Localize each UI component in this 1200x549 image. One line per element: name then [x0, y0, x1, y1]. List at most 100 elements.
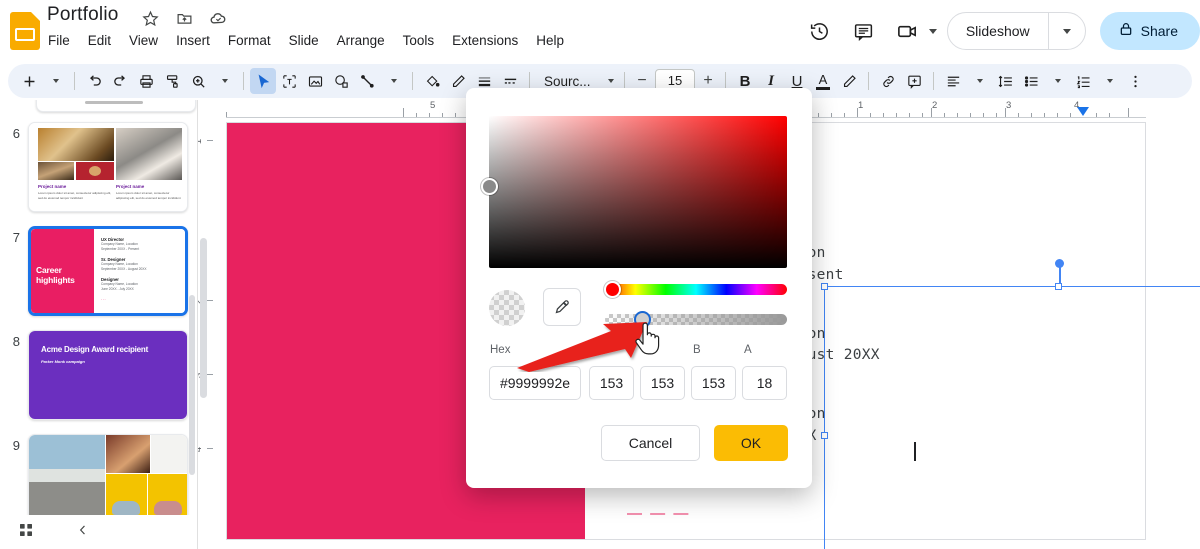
hruler-label-5: 5 [430, 100, 436, 111]
filmstrip-row-9[interactable]: 9 [0, 434, 197, 524]
more-options-icon[interactable] [1122, 68, 1148, 94]
filmstrip-row-8[interactable]: 8 Acme Design Award recipient Parker Mon… [0, 330, 197, 420]
document-title[interactable]: Portfolio [47, 4, 119, 26]
select-cursor-icon[interactable] [250, 68, 276, 94]
slide-dashes: — — — [627, 505, 691, 522]
collapse-chevron-icon[interactable] [76, 523, 90, 541]
menu-extensions[interactable]: Extensions [451, 31, 519, 50]
thumb8-subheading: Parker Monk campaign [41, 359, 85, 364]
hruler-label-2: 2 [932, 100, 938, 111]
undo-icon[interactable] [81, 68, 107, 94]
text-color-button[interactable]: A [810, 68, 836, 94]
fill-color-icon[interactable] [419, 68, 445, 94]
menu-file[interactable]: File [47, 31, 71, 50]
thumb6-image-a [38, 128, 114, 161]
align-dropdown-caret[interactable] [966, 68, 992, 94]
add-slide-dropdown-caret[interactable] [42, 68, 68, 94]
add-comment-icon[interactable] [901, 68, 927, 94]
title-bar: Portfolio File Edit View Insert Format S… [0, 0, 1200, 62]
blue-input[interactable]: 153 [691, 366, 736, 400]
thumb6-body-left: Lorem ipsum dolor sit amet, consectetur … [38, 191, 112, 200]
share-button[interactable]: Share [1099, 12, 1200, 50]
slideshow-dropdown-caret[interactable] [1049, 13, 1085, 49]
green-input[interactable]: 153 [640, 366, 685, 400]
meet-camera-icon[interactable] [888, 11, 928, 51]
hex-input[interactable]: #9999992e [489, 366, 581, 400]
canvas-vertical-scrollbar[interactable] [200, 238, 207, 398]
slideshow-label: Slideshow [965, 23, 1030, 39]
menu-insert[interactable]: Insert [175, 31, 211, 50]
menu-edit[interactable]: Edit [87, 31, 112, 50]
cancel-button[interactable]: Cancel [601, 425, 700, 461]
numbered-list-icon[interactable] [1070, 68, 1096, 94]
thumb7-entries: UX Director Company Name, Location Septe… [94, 229, 185, 313]
line-dropdown-caret[interactable] [380, 68, 406, 94]
comment-icon[interactable] [844, 11, 884, 51]
slide-thumbnail-6[interactable]: Project name Lorem ipsum dolor sit amet,… [28, 122, 188, 212]
thumb6-image-d [116, 128, 182, 180]
cloud-saved-icon[interactable] [208, 8, 228, 28]
zoom-icon[interactable] [185, 68, 211, 94]
hue-slider-thumb[interactable] [604, 281, 621, 298]
meet-button[interactable] [888, 11, 937, 51]
filmstrip-row-6[interactable]: 6 Project name Lorem ipsum dolor sit ame… [0, 122, 197, 212]
menu-tools[interactable]: Tools [402, 31, 436, 50]
numbered-list-dropdown-caret[interactable] [1096, 68, 1122, 94]
slide-number-8: 8 [12, 334, 20, 349]
font-family-value: Sourc... [544, 73, 591, 89]
hex-label: Hex [490, 344, 511, 356]
red-input[interactable]: 153 [589, 366, 634, 400]
star-icon[interactable] [140, 8, 160, 28]
hruler-label-1: 1 [858, 100, 864, 111]
text-cursor-caret [914, 442, 916, 461]
slide-thumbnail-9[interactable] [28, 434, 188, 524]
r-label: R [591, 344, 600, 356]
bulleted-list-dropdown-caret[interactable] [1044, 68, 1070, 94]
menu-arrange[interactable]: Arrange [336, 31, 386, 50]
version-history-icon[interactable] [800, 11, 840, 51]
alpha-input[interactable]: 18 [742, 366, 787, 400]
add-slide-icon[interactable] [16, 68, 42, 94]
indent-marker[interactable] [1077, 107, 1089, 116]
vertical-ruler[interactable]: 1 2 3 4 [198, 118, 214, 549]
bulleted-list-icon[interactable] [1018, 68, 1044, 94]
slide-filmstrip[interactable]: 6 Project name Lorem ipsum dolor sit ame… [0, 100, 198, 549]
menu-slide[interactable]: Slide [288, 31, 320, 50]
filmstrip-scrollbar[interactable] [189, 295, 195, 475]
eyedropper-button[interactable] [543, 288, 581, 326]
bold-label: B [739, 72, 751, 90]
hue-slider-track[interactable] [605, 284, 787, 295]
meet-dropdown-caret[interactable] [928, 28, 937, 34]
shape-icon[interactable] [328, 68, 354, 94]
highlight-icon[interactable] [836, 68, 862, 94]
top-right-actions: Slideshow Share [800, 8, 1200, 54]
slide-thumbnail-8[interactable]: Acme Design Award recipient Parker Monk … [28, 330, 188, 420]
saturation-value-thumb[interactable] [481, 178, 498, 195]
google-slides-window: Portfolio File Edit View Insert Format S… [0, 0, 1200, 549]
menu-format[interactable]: Format [227, 31, 272, 50]
print-icon[interactable] [133, 68, 159, 94]
grid-view-icon[interactable] [18, 522, 34, 543]
align-icon[interactable] [940, 68, 966, 94]
saturation-value-area[interactable] [481, 116, 787, 268]
insert-image-icon[interactable] [302, 68, 328, 94]
filmstrip-row-7[interactable]: 7 Career highlights UX Director Company … [0, 226, 197, 316]
link-icon[interactable] [875, 68, 901, 94]
paint-format-icon[interactable] [159, 68, 185, 94]
slide-thumbnail-5[interactable] [36, 100, 196, 112]
slide-thumbnail-7[interactable]: Career highlights UX Director Company Na… [28, 226, 188, 316]
redo-icon[interactable] [107, 68, 133, 94]
thumb6-image-b [38, 162, 74, 180]
alpha-slider-thumb[interactable] [634, 311, 651, 328]
line-icon[interactable] [354, 68, 380, 94]
b-label: B [693, 344, 701, 356]
slideshow-button[interactable]: Slideshow [946, 12, 1086, 50]
menu-help[interactable]: Help [535, 31, 565, 50]
alpha-slider-track[interactable] [605, 314, 787, 325]
menu-view[interactable]: View [128, 31, 159, 50]
line-spacing-icon[interactable] [992, 68, 1018, 94]
move-to-folder-icon[interactable] [174, 8, 194, 28]
text-box-icon[interactable] [276, 68, 302, 94]
zoom-dropdown-caret[interactable] [211, 68, 237, 94]
ok-button[interactable]: OK [714, 425, 788, 461]
